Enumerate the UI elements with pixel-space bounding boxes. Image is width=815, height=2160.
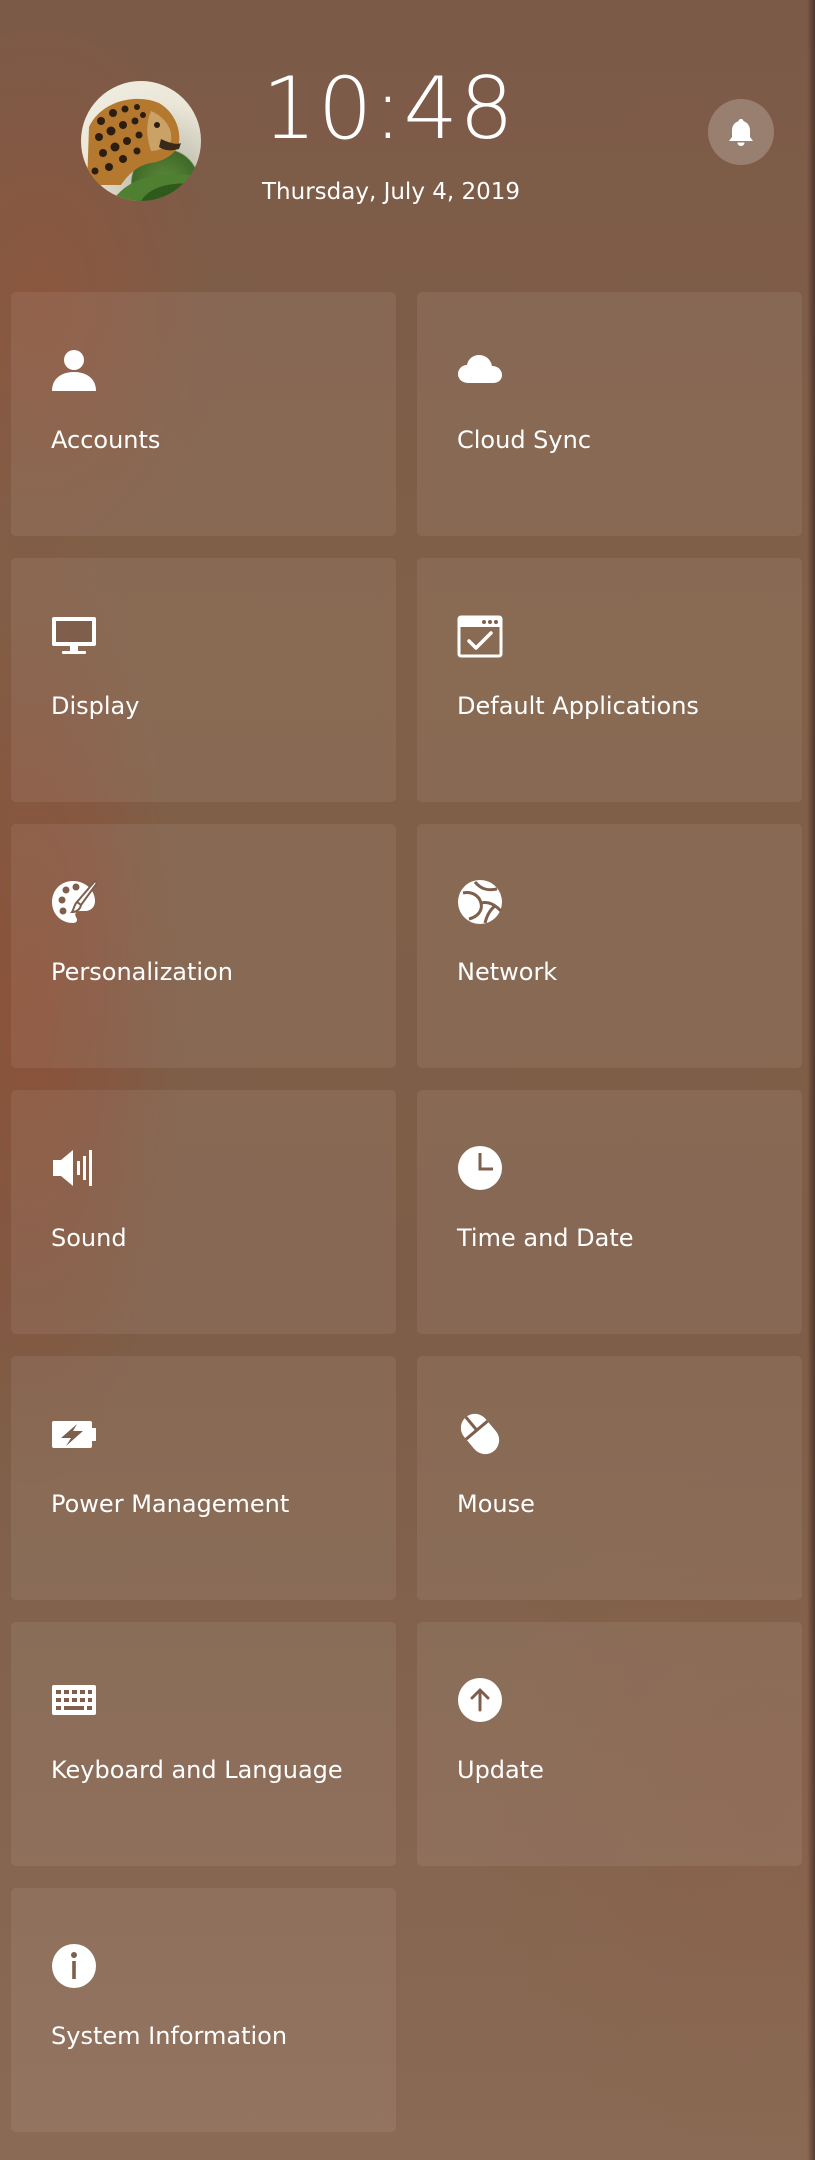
update-icon [458, 1678, 502, 1722]
bell-icon [729, 119, 753, 146]
tile-label: Keyboard and Language [51, 1756, 343, 1784]
tile-label: Personalization [51, 958, 233, 986]
default-apps-icon [457, 615, 503, 658]
tile-label: Mouse [457, 1490, 535, 1518]
leopard-avatar [87, 98, 201, 201]
tile-label: Network [457, 958, 558, 986]
clock-icon [458, 1146, 502, 1190]
tile-keyboard-and-language[interactable]: Keyboard and Language [11, 1622, 396, 1866]
battery-icon [52, 1421, 96, 1448]
tile-mouse[interactable]: Mouse [417, 1356, 802, 1600]
tile-power-management[interactable]: Power Management [11, 1356, 396, 1600]
clock-date: Thursday, July 4, 2019 [262, 179, 521, 205]
tile-accounts[interactable]: Accounts [11, 292, 396, 536]
mouse-icon [460, 1413, 500, 1455]
window-edge [807, 0, 815, 2160]
tile-label: Power Management [51, 1490, 290, 1518]
info-icon [52, 1944, 96, 1988]
tile-label: Update [457, 1756, 544, 1784]
tile-system-information[interactable]: System Information [11, 1888, 396, 2132]
control-center-header: 10:48 Thursday, July 4, 2019 [0, 0, 815, 260]
tile-label: Cloud Sync [457, 426, 592, 454]
tile-personalization[interactable]: Personalization [11, 824, 396, 1068]
tile-label: Sound [51, 1224, 127, 1252]
tile-label: Display [51, 692, 140, 720]
tile-update[interactable]: Update [417, 1622, 802, 1866]
cloud-icon [458, 355, 502, 383]
tile-time-and-date[interactable]: Time and Date [417, 1090, 802, 1334]
tile-label: System Information [51, 2022, 288, 2050]
notification-button[interactable] [708, 99, 774, 165]
tile-sound[interactable]: Sound [11, 1090, 396, 1334]
keyboard-icon [52, 1685, 96, 1715]
avatar[interactable] [81, 81, 201, 201]
clock-time: 10:48 [262, 59, 515, 159]
globe-icon [458, 880, 503, 924]
tile-cloud-sync[interactable]: Cloud Sync [417, 292, 802, 536]
tile-label: Time and Date [457, 1224, 634, 1252]
tile-label: Accounts [51, 426, 161, 454]
user-icon [52, 350, 96, 391]
speaker-icon [53, 1150, 92, 1186]
palette-icon [52, 879, 97, 923]
monitor-icon [52, 617, 96, 654]
tile-network[interactable]: Network [417, 824, 802, 1068]
tile-display[interactable]: Display [11, 558, 396, 802]
tile-default-applications[interactable]: Default Applications [417, 558, 802, 802]
tile-label: Default Applications [457, 692, 699, 720]
